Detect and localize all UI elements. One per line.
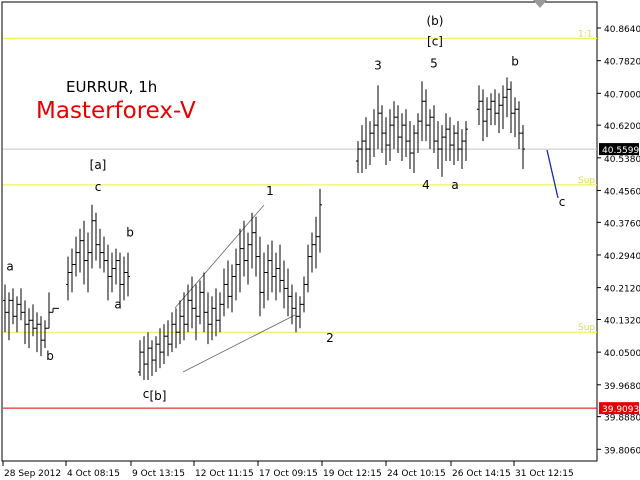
level-line-label-2: Sup bbox=[578, 323, 595, 333]
wave-label: 3 bbox=[374, 58, 382, 72]
price-tick-label: 40.8640 bbox=[604, 25, 640, 35]
wave-label: b bbox=[126, 226, 134, 240]
price-tick-label: 40.3760 bbox=[604, 219, 640, 229]
current-price-badge: 40.5599 bbox=[599, 143, 639, 156]
price-tick-label: 40.4560 bbox=[604, 187, 640, 197]
price-tick-label: 40.7000 bbox=[604, 90, 640, 100]
level-line-label-0: 1:1 bbox=[578, 29, 592, 39]
price-tick-label: 40.2940 bbox=[604, 252, 640, 262]
wave-label: [b] bbox=[150, 389, 167, 403]
price-tick-label: 40.2120 bbox=[604, 285, 640, 295]
wave-label: b bbox=[511, 54, 519, 68]
wave-label: b bbox=[46, 349, 54, 363]
price-axis: 40.8640 40.7820 40.7000 40.6200 40.5380 40.45… bbox=[597, 25, 640, 456]
time-tick-label: 17 Oct 09:15 bbox=[259, 469, 318, 479]
scroll-arrow-icon[interactable] bbox=[533, 0, 547, 8]
current-price-badge-text: 40.5599 bbox=[602, 146, 639, 156]
time-axis: 28 Sep 2012 4 Oct 08:15 9 Oct 13:15 12 Oct … bbox=[2, 461, 574, 479]
price-tick-label: 40.7820 bbox=[604, 58, 640, 68]
wave-label: [a] bbox=[90, 158, 107, 172]
price-tick-label: 40.0500 bbox=[604, 349, 640, 359]
level-line-label-1: Sup bbox=[578, 176, 595, 186]
price-tick-label: 39.9680 bbox=[604, 382, 640, 392]
time-tick-label: 31 Oct 12:15 bbox=[515, 469, 574, 479]
wave-label: 2 bbox=[326, 331, 334, 345]
time-tick-label: 26 Oct 14:15 bbox=[452, 469, 511, 479]
time-tick-label: 4 Oct 08:15 bbox=[67, 469, 120, 479]
price-tick-label: 40.6200 bbox=[604, 122, 640, 132]
price-tick-label: 40.5380 bbox=[604, 155, 640, 165]
wave-label: a bbox=[451, 178, 458, 192]
wave-label: c bbox=[95, 180, 102, 194]
wave-label: c bbox=[559, 195, 566, 209]
time-tick-label: 19 Oct 12:15 bbox=[323, 469, 382, 479]
price-chart: 1:1SupSup ab[a]cabc [b]12345abc(b)[c] 40.… bbox=[1, 1, 640, 479]
marked-price-badge-text: 39.9093 bbox=[602, 405, 639, 415]
time-tick-label: 24 Oct 10:15 bbox=[387, 469, 446, 479]
wave-label: 1 bbox=[266, 184, 274, 198]
wave-label: c bbox=[143, 387, 150, 401]
wave-label: [c] bbox=[427, 35, 443, 49]
wave-label: 4 bbox=[422, 178, 430, 192]
wave-label: a bbox=[114, 297, 121, 311]
broker-label: Masterforex-V bbox=[36, 98, 196, 124]
plot-frame bbox=[1, 1, 598, 462]
price-tick-label: 40.1320 bbox=[604, 316, 640, 326]
symbol-label: EURRUR, 1h bbox=[66, 78, 158, 96]
time-tick-label: 12 Oct 11:15 bbox=[195, 469, 254, 479]
marked-price-badge: 39.9093 bbox=[599, 402, 639, 415]
wave-label: (b) bbox=[427, 14, 444, 28]
wave-label: a bbox=[6, 260, 13, 274]
price-tick-label: 39.8060 bbox=[604, 446, 640, 456]
wave-label: 5 bbox=[430, 56, 438, 70]
time-tick-label: 9 Oct 13:15 bbox=[132, 469, 185, 479]
time-tick-label: 28 Sep 2012 bbox=[4, 469, 61, 479]
